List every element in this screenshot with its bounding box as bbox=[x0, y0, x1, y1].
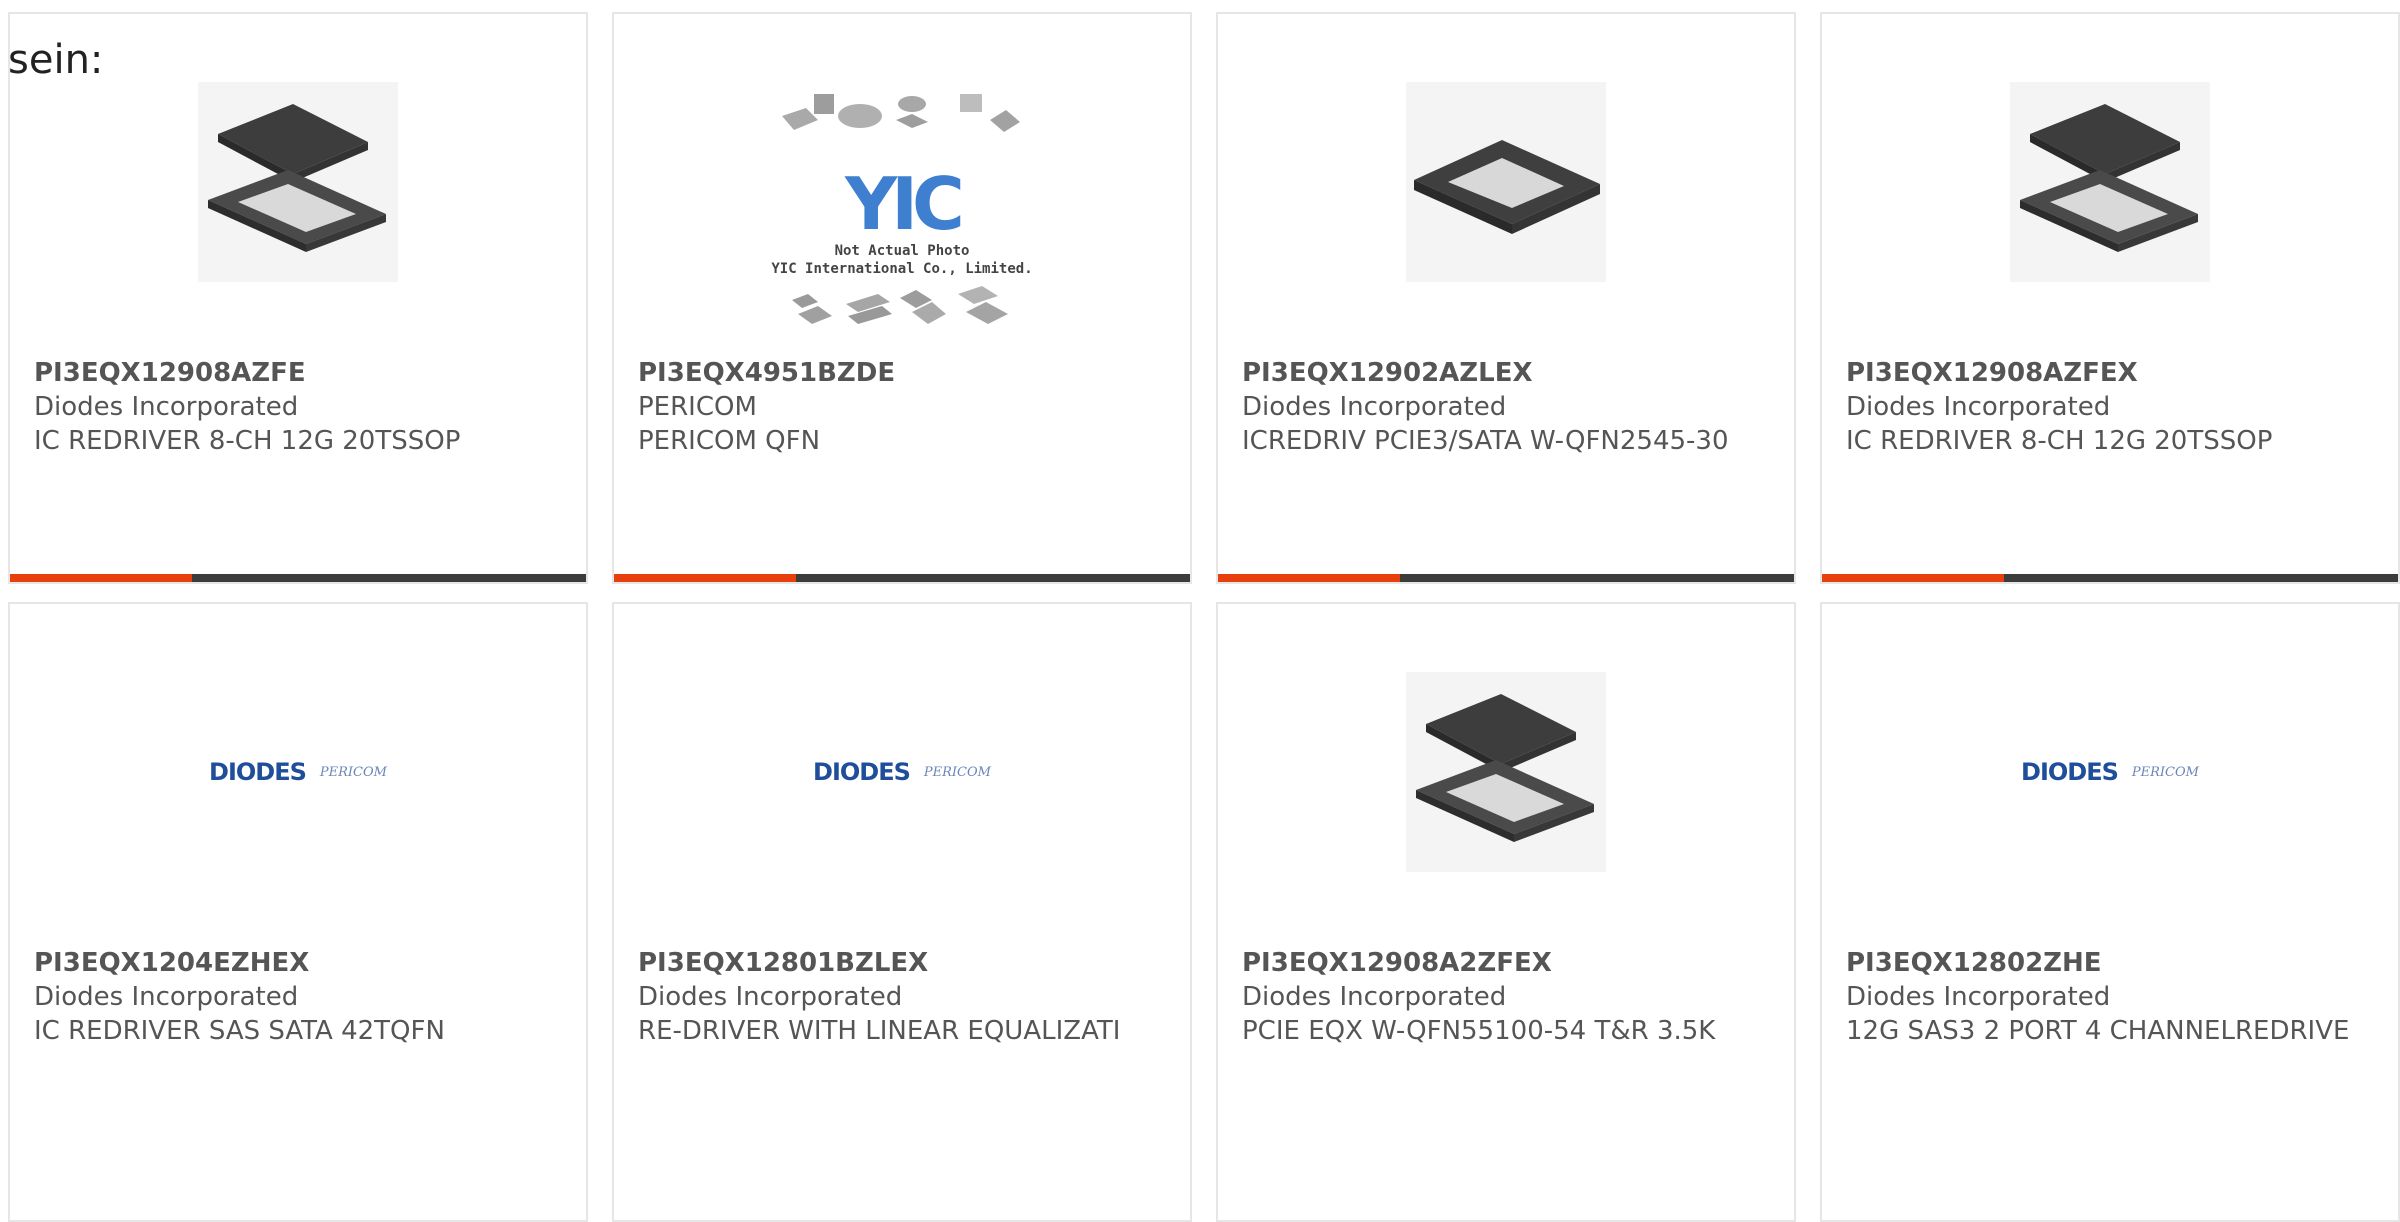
description: PERICOM QFN bbox=[638, 426, 821, 456]
manufacturer: Diodes Incorporated bbox=[1242, 392, 1507, 422]
description: 12G SAS3 2 PORT 4 CHANNELREDRIVE bbox=[1846, 1016, 2350, 1046]
pericom-logo: PERICOM bbox=[2131, 764, 2199, 780]
diodes-logo: DIODES bbox=[209, 758, 307, 786]
product-image[interactable]: DIODES PERICOM bbox=[198, 672, 398, 872]
manufacturer: Diodes Incorporated bbox=[638, 982, 903, 1012]
product-image[interactable]: DIODES PERICOM bbox=[2010, 672, 2210, 872]
product-card[interactable]: PI3EQX12908A2ZFEX Diodes Incorporated PC… bbox=[1216, 602, 1796, 1222]
description: ICREDRIV PCIE3/SATA W-QFN2545-30 bbox=[1242, 426, 1729, 456]
intro-text: sein: bbox=[8, 37, 104, 83]
description: IC REDRIVER 8-CH 12G 20TSSOP bbox=[1846, 426, 2273, 456]
product-image[interactable] bbox=[1406, 672, 1606, 872]
product-card[interactable]: PI3EQX12908AZFEX Diodes Incorporated IC … bbox=[1820, 12, 2400, 584]
product-card[interactable]: YIC Not Actual Photo YIC International C… bbox=[612, 12, 1192, 584]
product-image[interactable] bbox=[1406, 82, 1606, 282]
chip-image-icon bbox=[2010, 82, 2210, 282]
description: IC REDRIVER SAS SATA 42TQFN bbox=[34, 1016, 445, 1046]
product-card[interactable]: DIODES PERICOM PI3EQX12801BZLEX Diodes I… bbox=[612, 602, 1192, 1222]
chip-image-icon bbox=[1406, 672, 1606, 872]
part-number[interactable]: PI3EQX12802ZHE bbox=[1846, 946, 2368, 980]
product-image[interactable]: DIODES PERICOM bbox=[802, 672, 1002, 872]
description: IC REDRIVER 8-CH 12G 20TSSOP bbox=[34, 426, 461, 456]
manufacturer: Diodes Incorporated bbox=[34, 392, 299, 422]
diodes-logo: DIODES bbox=[813, 758, 911, 786]
product-card[interactable]: DIODES PERICOM PI3EQX12802ZHE Diodes Inc… bbox=[1820, 602, 2400, 1222]
product-card[interactable]: PI3EQX12908AZFE Diodes Incorporated IC R… bbox=[8, 12, 588, 584]
manufacturer: Diodes Incorporated bbox=[1242, 982, 1507, 1012]
yic-logo: YIC bbox=[845, 162, 965, 246]
part-number[interactable]: PI3EQX12908A2ZFEX bbox=[1242, 946, 1764, 980]
card-bottom-bar bbox=[10, 574, 586, 582]
pericom-logo: PERICOM bbox=[923, 764, 991, 780]
part-number[interactable]: PI3EQX12908AZFE bbox=[34, 356, 556, 390]
product-image[interactable]: YIC Not Actual Photo YIC International C… bbox=[762, 90, 1042, 330]
part-number[interactable]: PI3EQX12908AZFEX bbox=[1846, 356, 2368, 390]
card-bottom-bar bbox=[1822, 574, 2398, 582]
manufacturer: PERICOM bbox=[638, 392, 757, 422]
card-bottom-bar bbox=[1218, 574, 1794, 582]
product-image[interactable] bbox=[2010, 82, 2210, 282]
manufacturer: Diodes Incorporated bbox=[1846, 982, 2111, 1012]
chip-image-icon bbox=[198, 82, 398, 282]
product-image[interactable] bbox=[198, 82, 398, 282]
diodes-logo: DIODES bbox=[2021, 758, 2119, 786]
part-number[interactable]: PI3EQX12801BZLEX bbox=[638, 946, 1160, 980]
card-bottom-bar bbox=[614, 574, 1190, 582]
part-number[interactable]: PI3EQX1204EZHEX bbox=[34, 946, 556, 980]
image-note: Not Actual Photo YIC International Co., … bbox=[771, 243, 1033, 277]
product-card[interactable]: PI3EQX12902AZLEX Diodes Incorporated ICR… bbox=[1216, 12, 1796, 584]
product-card[interactable]: DIODES PERICOM PI3EQX1204EZHEX Diodes In… bbox=[8, 602, 588, 1222]
part-number[interactable]: PI3EQX4951BZDE bbox=[638, 356, 1160, 390]
chip-image-icon bbox=[1406, 82, 1606, 282]
description: PCIE EQX W-QFN55100-54 T&R 3.5K bbox=[1242, 1016, 1716, 1046]
pericom-logo: PERICOM bbox=[319, 764, 387, 780]
manufacturer: Diodes Incorporated bbox=[34, 982, 299, 1012]
part-number[interactable]: PI3EQX12902AZLEX bbox=[1242, 356, 1764, 390]
manufacturer: Diodes Incorporated bbox=[1846, 392, 2111, 422]
description: RE-DRIVER WITH LINEAR EQUALIZATI bbox=[638, 1016, 1121, 1046]
